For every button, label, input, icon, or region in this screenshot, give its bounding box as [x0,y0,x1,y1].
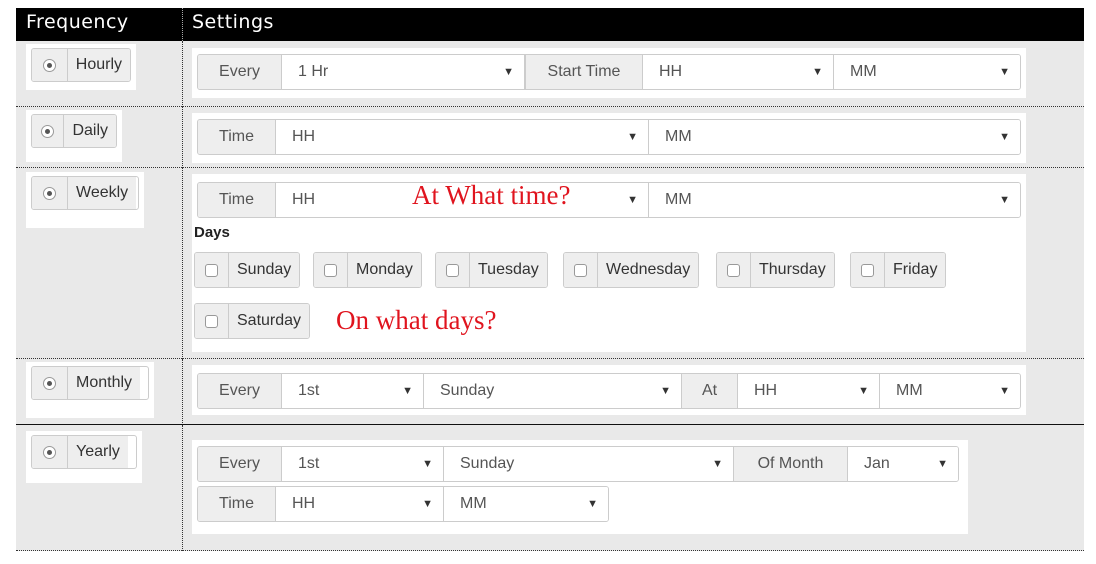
day-checkbox-tuesday[interactable]: Tuesday [435,252,548,288]
hourly-hour-select[interactable]: HH ▼ [643,55,834,89]
row-yearly: Yearly Every 1st ▼ Sunday ▼ Of Month Jan ▼ … [16,424,1084,551]
yearly-radio[interactable] [43,445,56,459]
monthly-weekday-select[interactable]: Sunday ▼ [424,374,682,408]
frequency-column-header: Frequency [26,11,129,33]
hourly-option-wrapper: Hourly [26,44,136,90]
daily-minute-select[interactable]: MM ▼ [649,120,1020,154]
monthly-settings-panel: Every 1st ▼ Sunday ▼ At HH ▼ MM ▼ [192,365,1026,415]
monthly-ordinal-select[interactable]: 1st ▼ [282,374,424,408]
hourly-radio-group[interactable]: Hourly [31,48,131,82]
daily-time-label: Time [198,120,276,154]
checkbox[interactable] [205,263,218,277]
settings-column-header: Settings [192,11,274,33]
chevron-down-icon: ▼ [587,498,598,510]
hourly-label: Hourly [67,49,130,81]
daily-radio[interactable] [41,124,55,138]
row-hourly: Hourly Every 1 Hr ▼ Start Time HH ▼ MM ▼ [16,41,1084,107]
hourly-settings-panel: Every 1 Hr ▼ Start Time HH ▼ MM ▼ [192,48,1026,98]
checkbox[interactable] [574,263,587,277]
daily-settings-panel: Time HH ▼ MM ▼ [192,113,1026,163]
checkbox[interactable] [727,263,740,277]
chevron-down-icon: ▼ [627,131,638,143]
day-checkbox-sunday[interactable]: Sunday [194,252,301,288]
hourly-interval-select[interactable]: 1 Hr ▼ [282,55,525,89]
daily-radio-group[interactable]: Daily [31,114,117,148]
yearly-option-wrapper: Yearly [26,431,142,483]
weekly-label: Weekly [68,177,137,209]
day-checkbox-saturday[interactable]: Saturday [194,303,311,339]
day-checkbox-monday[interactable]: Monday [313,252,422,288]
day-checkbox-wednesday[interactable]: Wednesday [563,252,700,288]
chevron-down-icon: ▼ [858,385,869,397]
monthly-hour-select[interactable]: HH ▼ [738,374,880,408]
chevron-down-icon: ▼ [503,66,514,78]
monthly-label: Monthly [68,367,141,399]
weekly-time-label: Time [198,183,276,217]
checkbox[interactable] [861,263,874,277]
yearly-minute-select[interactable]: MM ▼ [444,487,608,521]
chevron-down-icon: ▼ [812,66,823,78]
monthly-radio-group[interactable]: Monthly [31,366,149,400]
chevron-down-icon: ▼ [937,458,948,470]
yearly-every-label: Every [198,447,282,481]
chevron-down-icon: ▼ [402,385,413,397]
monthly-option-wrapper: Monthly [26,362,154,418]
weekly-radio[interactable] [43,186,56,200]
yearly-of-month-label: Of Month [734,447,848,481]
hourly-radio[interactable] [42,58,56,72]
daily-label: Daily [64,115,116,147]
chevron-down-icon: ▼ [660,385,671,397]
row-monthly: Monthly Every 1st ▼ Sunday ▼ At HH ▼ MM ▼ [16,359,1084,425]
day-checkbox-friday[interactable]: Friday [850,252,947,288]
chevron-down-icon: ▼ [627,194,638,206]
row-weekly: Weekly Time HH ▼ MM ▼ At What time? Days S… [16,168,1084,359]
monthly-radio[interactable] [43,376,56,390]
yearly-label: Yearly [68,436,128,468]
hourly-minute-select[interactable]: MM ▼ [834,55,1020,89]
yearly-month-select[interactable]: Jan ▼ [848,447,958,481]
weekly-settings-panel: Time HH ▼ MM ▼ At What time? Days Sunday M… [192,174,1026,352]
chevron-down-icon: ▼ [422,458,433,470]
yearly-time-label: Time [198,487,276,521]
weekly-option-wrapper: Weekly [26,172,144,228]
chevron-down-icon: ▼ [999,194,1010,206]
yearly-hour-select[interactable]: HH ▼ [276,487,444,521]
checkbox[interactable] [446,263,459,277]
table-header: Frequency Settings [16,8,1084,41]
chevron-down-icon: ▼ [999,385,1010,397]
row-daily: Daily Time HH ▼ MM ▼ [16,107,1084,168]
daily-hour-select[interactable]: HH ▼ [276,120,649,154]
monthly-minute-select[interactable]: MM ▼ [880,374,1020,408]
checkbox[interactable] [324,263,337,277]
checkbox[interactable] [205,314,218,328]
chevron-down-icon: ▼ [999,66,1010,78]
chevron-down-icon: ▼ [712,458,723,470]
hourly-start-time-label: Start Time [525,55,643,89]
monthly-every-label: Every [198,374,282,408]
yearly-ordinal-select[interactable]: 1st ▼ [282,447,444,481]
monthly-at-label: At [682,374,738,408]
weekly-minute-select[interactable]: MM ▼ [649,183,1020,217]
days-label: Days [194,224,230,241]
yearly-radio-group[interactable]: Yearly [31,435,137,469]
hourly-every-label: Every [198,55,282,89]
yearly-weekday-select[interactable]: Sunday ▼ [444,447,734,481]
weekly-radio-group[interactable]: Weekly [31,176,139,210]
annotation-time: At What time? [412,180,571,210]
column-divider [182,8,183,41]
chevron-down-icon: ▼ [999,131,1010,143]
annotation-days: On what days? [336,305,497,335]
day-checkbox-thursday[interactable]: Thursday [716,252,835,288]
daily-option-wrapper: Daily [26,110,122,162]
chevron-down-icon: ▼ [422,498,433,510]
yearly-settings-panel: Every 1st ▼ Sunday ▼ Of Month Jan ▼ Time HH… [192,440,968,534]
